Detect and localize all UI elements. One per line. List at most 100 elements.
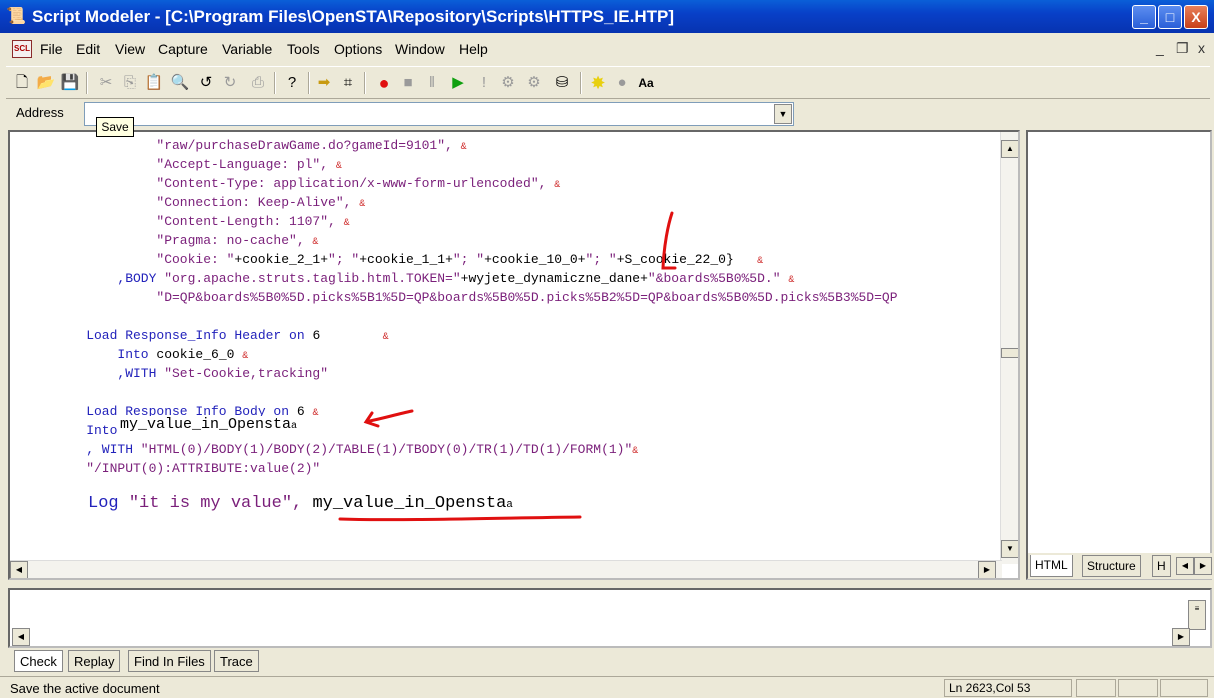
status-bar: Save the active document Ln 2623,Col 53	[0, 676, 1214, 698]
code-line[interactable]: "Content-Length: 1107", &	[156, 214, 349, 229]
code-line[interactable]: "/INPUT(0):ATTRIBUTE:value(2)"	[86, 461, 320, 476]
find-icon[interactable]: 🔍	[168, 71, 192, 95]
code-line[interactable]: "Connection: Keep-Alive", &	[156, 195, 365, 210]
code-token: &	[359, 199, 366, 210]
cut-icon[interactable]: ✂	[94, 71, 118, 95]
compile-icon[interactable]: ⚙	[496, 71, 520, 95]
code-line[interactable]: Into	[86, 423, 117, 438]
open-icon[interactable]: 📂	[34, 71, 58, 95]
tab-structure[interactable]: Structure	[1082, 555, 1141, 577]
code-token: "raw/purchaseDrawGame.do?gameId=9101",	[156, 138, 461, 153]
tab-scroll-left-icon[interactable]: ◀	[1176, 557, 1194, 575]
maximize-button[interactable]: □	[1158, 5, 1182, 29]
tab-replay[interactable]: Replay	[68, 650, 121, 672]
save-tooltip: Save	[96, 117, 134, 137]
menu-help[interactable]: Help	[459, 41, 488, 57]
code-line[interactable]: "raw/purchaseDrawGame.do?gameId=9101", &	[156, 138, 466, 153]
stop-icon[interactable]: ■	[396, 71, 420, 95]
menu-view[interactable]: View	[115, 41, 145, 57]
chevron-down-icon[interactable]: ▼	[774, 104, 792, 124]
scroll-thumb[interactable]	[1001, 348, 1018, 358]
close-button[interactable]: X	[1184, 5, 1208, 29]
print-icon[interactable]: ⎙	[246, 71, 270, 95]
drive-icon[interactable]: ⛁	[550, 71, 574, 95]
scroll-left-icon[interactable]: ◀	[10, 561, 28, 578]
code-line[interactable]: , WITH "HTML(0)/BODY(1)/BODY(2)/TABLE(1)…	[86, 442, 638, 457]
code-line[interactable]: ,BODY "org.apache.struts.taglib.html.TOK…	[117, 271, 794, 286]
code-token: "; "	[328, 252, 360, 267]
code-token: +cookie_1_1+	[359, 252, 453, 267]
redo-icon[interactable]: ↻	[218, 71, 242, 95]
pause-icon[interactable]: ‖	[420, 71, 444, 95]
copy-icon[interactable]: ⎘	[118, 71, 142, 95]
new-icon[interactable]: 🗋	[10, 71, 34, 95]
tab-trace[interactable]: Trace	[214, 650, 259, 672]
code-token: "Set-Cookie,tracking"	[164, 366, 329, 381]
menu-tools[interactable]: Tools	[287, 41, 320, 57]
record-icon[interactable]: ●	[372, 71, 396, 95]
code-line[interactable]: Into cookie_6_0 &	[117, 347, 248, 362]
address-input[interactable]: ▼	[84, 102, 794, 126]
code-line[interactable]: Load Response_Info Header on 6 &	[86, 328, 388, 343]
tab-scroll-right-icon[interactable]: ▶	[1194, 557, 1212, 575]
help-icon[interactable]: ?	[280, 71, 304, 95]
undo-icon[interactable]: ↺	[194, 71, 218, 95]
tab-check[interactable]: Check	[14, 650, 63, 672]
minimize-button[interactable]: _	[1132, 5, 1156, 29]
output-scroll-icon[interactable]: ≡	[1188, 600, 1206, 630]
code-token: ,BODY	[117, 271, 165, 286]
title-bar: 📜 Script Modeler - [C:\Program Files\Ope…	[0, 0, 1214, 33]
menu-variable[interactable]: Variable	[222, 41, 272, 57]
status-cell-3	[1118, 679, 1158, 697]
star-icon[interactable]: ✸	[586, 71, 610, 95]
html-structure-pane[interactable]	[1026, 130, 1212, 580]
vertical-scrollbar[interactable]: ▲ ▼	[1000, 132, 1018, 564]
menu-options[interactable]: Options	[334, 41, 382, 57]
app-icon: 📜	[6, 8, 26, 25]
code-token: 6	[312, 328, 383, 343]
code-line[interactable]: "Cookie: "+cookie_2_1+"; "+cookie_1_1+";…	[156, 252, 763, 267]
forward-icon[interactable]: ➡	[312, 71, 336, 95]
output-pane[interactable]: ≡ ◀ ▶	[8, 588, 1212, 648]
mdi-close-button[interactable]: x	[1198, 40, 1205, 56]
output-scroll-left-icon[interactable]: ◀	[12, 628, 30, 646]
output-scroll-right-icon[interactable]: ▶	[1172, 628, 1190, 646]
menu-edit[interactable]: Edit	[76, 41, 100, 57]
status-message: Save the active document	[10, 681, 160, 696]
code-line[interactable]: "Accept-Language: pl", &	[156, 157, 341, 172]
scroll-down-icon[interactable]: ▼	[1001, 540, 1018, 558]
menu-file[interactable]: File	[40, 41, 63, 57]
code-token: +wyjete_dynamiczne_dane+	[460, 271, 648, 286]
gear-icon[interactable]: ⚙	[522, 71, 546, 95]
tab-find-in-files[interactable]: Find In Files	[128, 650, 211, 672]
cursor-position: Ln 2623,Col 53	[944, 679, 1072, 697]
code-line[interactable]: "Pragma: no-cache", &	[156, 233, 318, 248]
step-icon[interactable]: !	[472, 71, 496, 95]
play-icon[interactable]: ▶	[446, 71, 470, 95]
binoculars-icon[interactable]: ⌗	[336, 71, 360, 95]
code-token: "; "	[585, 252, 617, 267]
horizontal-scrollbar[interactable]: ◀ ▶	[10, 560, 1002, 578]
code-line[interactable]: "D=QP&boards%5B0%5D.picks%5B1%5D=QP&boar…	[156, 290, 897, 305]
code-token: Into	[86, 423, 118, 438]
tab-html[interactable]: HTML	[1030, 555, 1073, 577]
save-icon[interactable]: 💾	[58, 71, 82, 95]
code-line[interactable]: ,WITH "Set-Cookie,tracking"	[117, 366, 328, 381]
code-token: "Content-Type: application/x-www-form-ur…	[156, 176, 555, 191]
code-token: "org.apache.struts.taglib.html.TOKEN="	[164, 271, 461, 286]
menu-capture[interactable]: Capture	[158, 41, 208, 57]
tab-h[interactable]: H	[1152, 555, 1171, 577]
scroll-up-icon[interactable]: ▲	[1001, 140, 1018, 158]
scroll-right-icon[interactable]: ▶	[978, 561, 996, 578]
paste-icon[interactable]: 📋	[142, 71, 166, 95]
code-token: "; "	[452, 252, 485, 267]
code-token: &	[343, 218, 350, 229]
code-token: "HTML(0)/BODY(1)/BODY(2)/TABLE(1)/TBODY(…	[140, 442, 633, 457]
menu-window[interactable]: Window	[395, 41, 445, 57]
mdi-restore-button[interactable]: ❐	[1176, 40, 1189, 57]
mdi-minimize-button[interactable]: _	[1156, 40, 1164, 56]
document-icon[interactable]: SCL	[12, 40, 32, 58]
dot-icon[interactable]: ●	[610, 71, 634, 95]
code-line[interactable]: "Content-Type: application/x-www-form-ur…	[156, 176, 560, 191]
font-icon[interactable]: Aa	[634, 71, 658, 95]
